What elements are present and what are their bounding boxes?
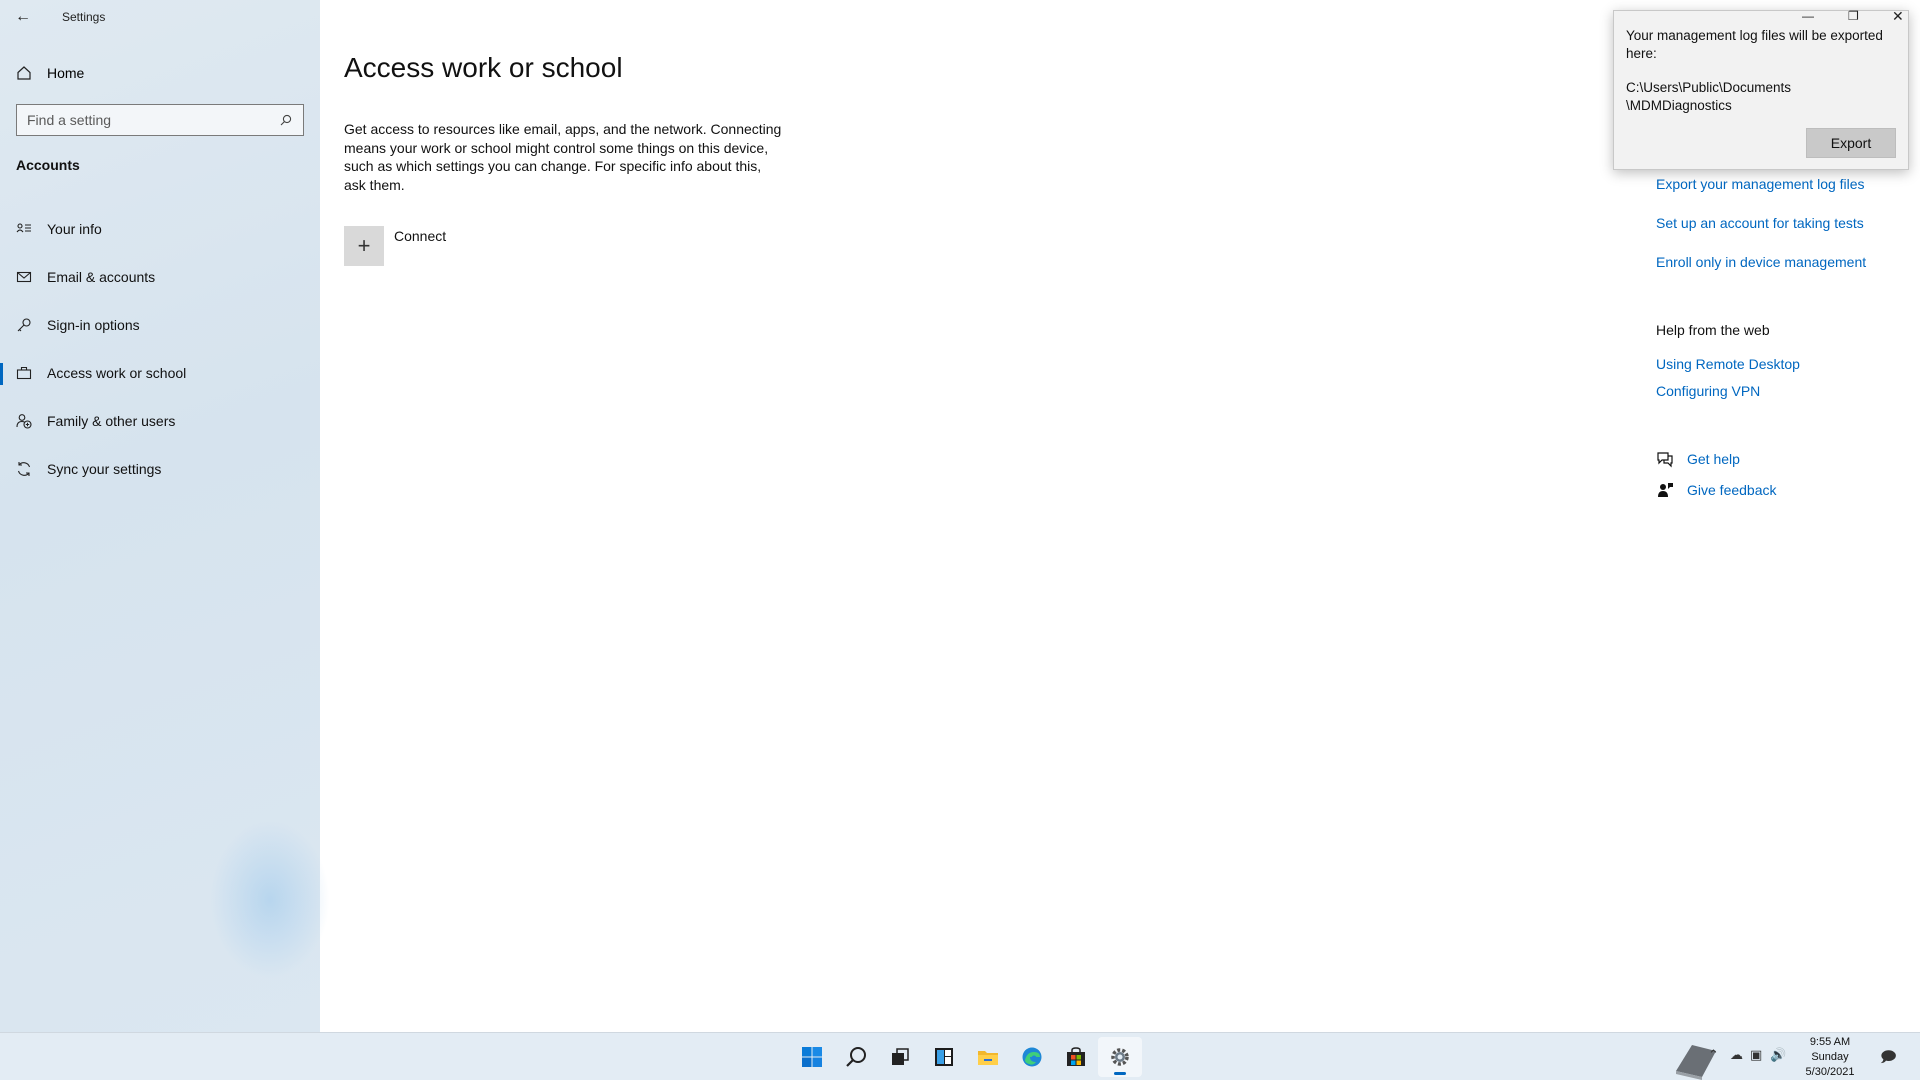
get-help-link[interactable]: Get help (1687, 451, 1740, 467)
search-icon[interactable] (279, 112, 293, 128)
page-title: Access work or school (344, 52, 623, 83)
nav-item-label: Sync your settings (47, 461, 162, 477)
clock-day: Sunday (1811, 1051, 1849, 1063)
export-logs-link[interactable]: Export your management log files (1656, 176, 1865, 192)
people-add-icon (16, 413, 32, 429)
store-icon[interactable] (1054, 1037, 1098, 1077)
sync-icon (16, 461, 32, 477)
taskbar: ⌃ ☁ ▣ 🔊 9:55 AM Sunday 5/30/2021 🗩 (0, 1032, 1920, 1080)
back-arrow-icon: ← (15, 8, 31, 25)
page-description: Get access to resources like email, apps… (344, 121, 782, 193)
clock-time: 9:55 AM (1809, 1036, 1851, 1048)
notification-icon[interactable]: 🗩 (1880, 1047, 1897, 1072)
briefcase-icon (16, 365, 32, 381)
clock-date: 5/30/2021 (1805, 1066, 1855, 1078)
start-icon[interactable] (790, 1037, 834, 1077)
export-path-line1: C:\Users\Public\Documents (1626, 80, 1792, 95)
minimize-icon[interactable]: — (1802, 9, 1814, 23)
enroll-device-management-link[interactable]: Enroll only in device management (1656, 254, 1866, 270)
export-path-line2: \MDMDiagnostics (1626, 98, 1732, 113)
nav-item-email-accounts[interactable]: Email & accounts (0, 253, 320, 301)
sidebar: ← Settings Home Accounts Your info Email… (0, 0, 330, 1032)
search-input[interactable] (27, 112, 279, 128)
onedrive-icon[interactable]: ☁ (1730, 1047, 1743, 1063)
get-help-row[interactable]: Get help (1656, 450, 1740, 468)
search-icon[interactable] (834, 1037, 878, 1077)
edge-icon[interactable] (1010, 1037, 1054, 1077)
remote-desktop-link[interactable]: Using Remote Desktop (1656, 356, 1800, 372)
file-explorer-icon[interactable] (966, 1037, 1010, 1077)
nav-home[interactable]: Home (0, 58, 320, 88)
give-feedback-row[interactable]: Give feedback (1656, 481, 1777, 499)
nav-item-label: Sign-in options (47, 317, 140, 333)
mail-icon (16, 269, 32, 285)
section-title: Accounts (16, 157, 80, 173)
nav-home-label: Home (47, 65, 85, 81)
key-icon (16, 317, 32, 333)
title-bar: ← Settings (0, 0, 320, 34)
widgets-icon[interactable] (922, 1037, 966, 1077)
connect-button[interactable]: + Connect (344, 226, 446, 266)
chat-help-icon (1656, 450, 1674, 468)
test-account-link[interactable]: Set up an account for taking tests (1656, 215, 1864, 231)
plus-icon: + (344, 226, 384, 266)
nav-item-label: Family & other users (47, 413, 176, 429)
nav-item-label: Email & accounts (47, 269, 156, 285)
taskbar-apps (790, 1033, 1142, 1080)
export-path: C:\Users\Public\Documents \MDMDiagnostic… (1626, 79, 1898, 115)
configuring-vpn-link[interactable]: Configuring VPN (1656, 383, 1760, 399)
export-dialog: — ❐ ✕ Your management log files will be … (1613, 8, 1909, 170)
restore-icon[interactable]: ❐ (1848, 9, 1859, 23)
search-box[interactable] (16, 104, 304, 136)
nav-item-label: Your info (47, 221, 102, 237)
settings-icon[interactable] (1098, 1037, 1142, 1077)
chevron-up-icon[interactable]: ⌃ (1708, 1047, 1719, 1063)
clock[interactable]: 9:55 AM Sunday 5/30/2021 (1800, 1035, 1860, 1080)
dialog-message: Your management log files will be export… (1626, 28, 1883, 61)
nav-list: Your info Email & accounts Sign-in optio… (0, 205, 320, 493)
close-icon[interactable]: ✕ (1892, 8, 1904, 25)
nav-item-label: Access work or school (47, 365, 187, 381)
nav-item-family-other-users[interactable]: Family & other users (0, 397, 320, 445)
nav-item-access-work-school[interactable]: Access work or school (0, 349, 320, 397)
export-button[interactable]: Export (1806, 128, 1896, 158)
home-icon (16, 65, 32, 81)
nav-item-sync-settings[interactable]: Sync your settings (0, 445, 320, 493)
task-view-icon[interactable] (878, 1037, 922, 1077)
volume-icon[interactable]: 🔊 (1770, 1047, 1786, 1063)
give-feedback-link[interactable]: Give feedback (1687, 482, 1777, 498)
connect-label: Connect (394, 228, 447, 244)
feedback-person-icon (1656, 481, 1674, 499)
back-button[interactable]: ← (0, 0, 46, 34)
network-icon[interactable]: ▣ (1750, 1047, 1762, 1063)
nav-item-sign-in-options[interactable]: Sign-in options (0, 301, 320, 349)
help-heading: Help from the web (1656, 322, 1770, 338)
app-title: Settings (62, 10, 106, 24)
nav-item-your-info[interactable]: Your info (0, 205, 320, 253)
person-card-icon (16, 221, 32, 237)
